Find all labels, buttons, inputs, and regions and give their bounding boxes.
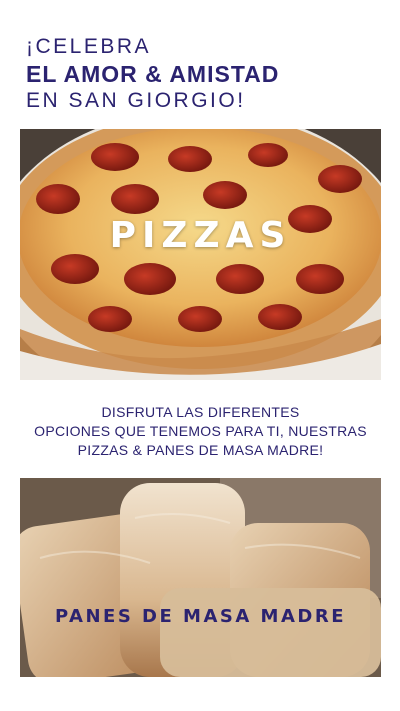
description-line: DISFRUTA LAS DIFERENTES (101, 404, 300, 420)
bread-image (20, 478, 381, 677)
promo-description: DISFRUTA LAS DIFERENTES OPCIONES QUE TEN… (20, 403, 381, 460)
panes-masa-madre-label: PANES DE MASA MADRE (54, 606, 346, 627)
header-line-san-giorgio: EN SAN GIORGIO! (26, 89, 246, 112)
bread-photo: PANES DE MASA MADRE (20, 478, 381, 677)
pizzas-label: PIZZAS (109, 215, 292, 256)
description-line: OPCIONES QUE TENEMOS PARA TI, NUESTRAS (34, 423, 367, 439)
header-line-celebra: ¡CELEBRA (26, 35, 152, 58)
description-line: PIZZAS & PANES DE MASA MADRE! (77, 442, 324, 458)
pizza-photo: PIZZAS (20, 129, 381, 380)
promo-header: ¡CELEBRA EL AMOR & AMISTAD EN SAN GIORGI… (26, 34, 386, 114)
header-line-amor-amistad: EL AMOR & AMISTAD (26, 61, 280, 87)
